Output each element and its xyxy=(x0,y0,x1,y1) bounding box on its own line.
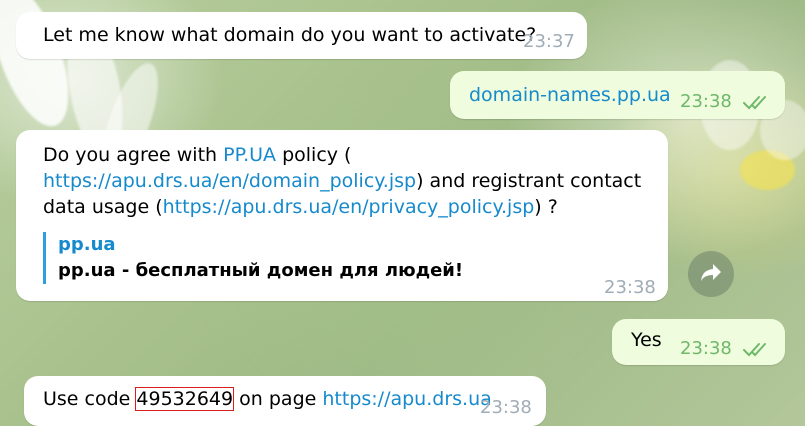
message-incoming[interactable]: Let me know what domain do you want to a… xyxy=(16,12,587,59)
forward-arrow-icon xyxy=(700,262,722,286)
message-incoming[interactable]: Do you agree with PP.UA policy ( https:/… xyxy=(16,130,668,301)
message-time: 23:38 xyxy=(680,338,732,359)
domain-policy-link[interactable]: https://apu.drs.ua/en/domain_policy.jsp xyxy=(43,170,416,192)
pp-ua-link[interactable]: PP.UA xyxy=(223,144,276,166)
message-line: Do you agree with PP.UA policy ( xyxy=(43,144,352,166)
message-text: Yes xyxy=(631,329,662,351)
message-time: 23:37 xyxy=(523,31,575,52)
message-line: https://apu.drs.ua/en/domain_policy.jsp)… xyxy=(43,170,642,192)
message-text: domain-names.pp.ua xyxy=(469,84,671,106)
message-text: Let me know what domain do you want to a… xyxy=(43,24,537,46)
verification-code[interactable]: 49532649 xyxy=(135,387,235,411)
apu-drs-link[interactable]: https://apu.drs.ua xyxy=(322,388,491,410)
message-incoming[interactable]: Use code 49532649 on page https://apu.dr… xyxy=(24,376,546,426)
message-time: 23:38 xyxy=(680,91,732,112)
double-check-icon xyxy=(742,91,770,117)
double-check-icon xyxy=(742,338,770,364)
link-preview-title: pp.ua - бесплатный домен для людей! xyxy=(58,260,464,281)
message-time: 23:38 xyxy=(604,277,656,298)
link-preview-site: pp.ua xyxy=(58,234,116,255)
link-preview[interactable]: pp.ua pp.ua - бесплатный домен для людей… xyxy=(43,232,463,284)
privacy-policy-link[interactable]: https://apu.drs.ua/en/privacy_policy.jsp xyxy=(163,196,535,218)
message-line: data usage (https://apu.drs.ua/en/privac… xyxy=(43,196,558,218)
forward-button[interactable] xyxy=(688,251,734,297)
message-text: Use code 49532649 on page https://apu.dr… xyxy=(43,387,492,411)
message-time: 23:38 xyxy=(480,397,532,418)
message-outgoing[interactable]: Yes 23:38 xyxy=(612,319,785,365)
message-text: Do you agree with PP.UA policy ( https:/… xyxy=(43,142,653,220)
message-outgoing[interactable]: domain-names.pp.ua 23:38 xyxy=(450,71,785,119)
